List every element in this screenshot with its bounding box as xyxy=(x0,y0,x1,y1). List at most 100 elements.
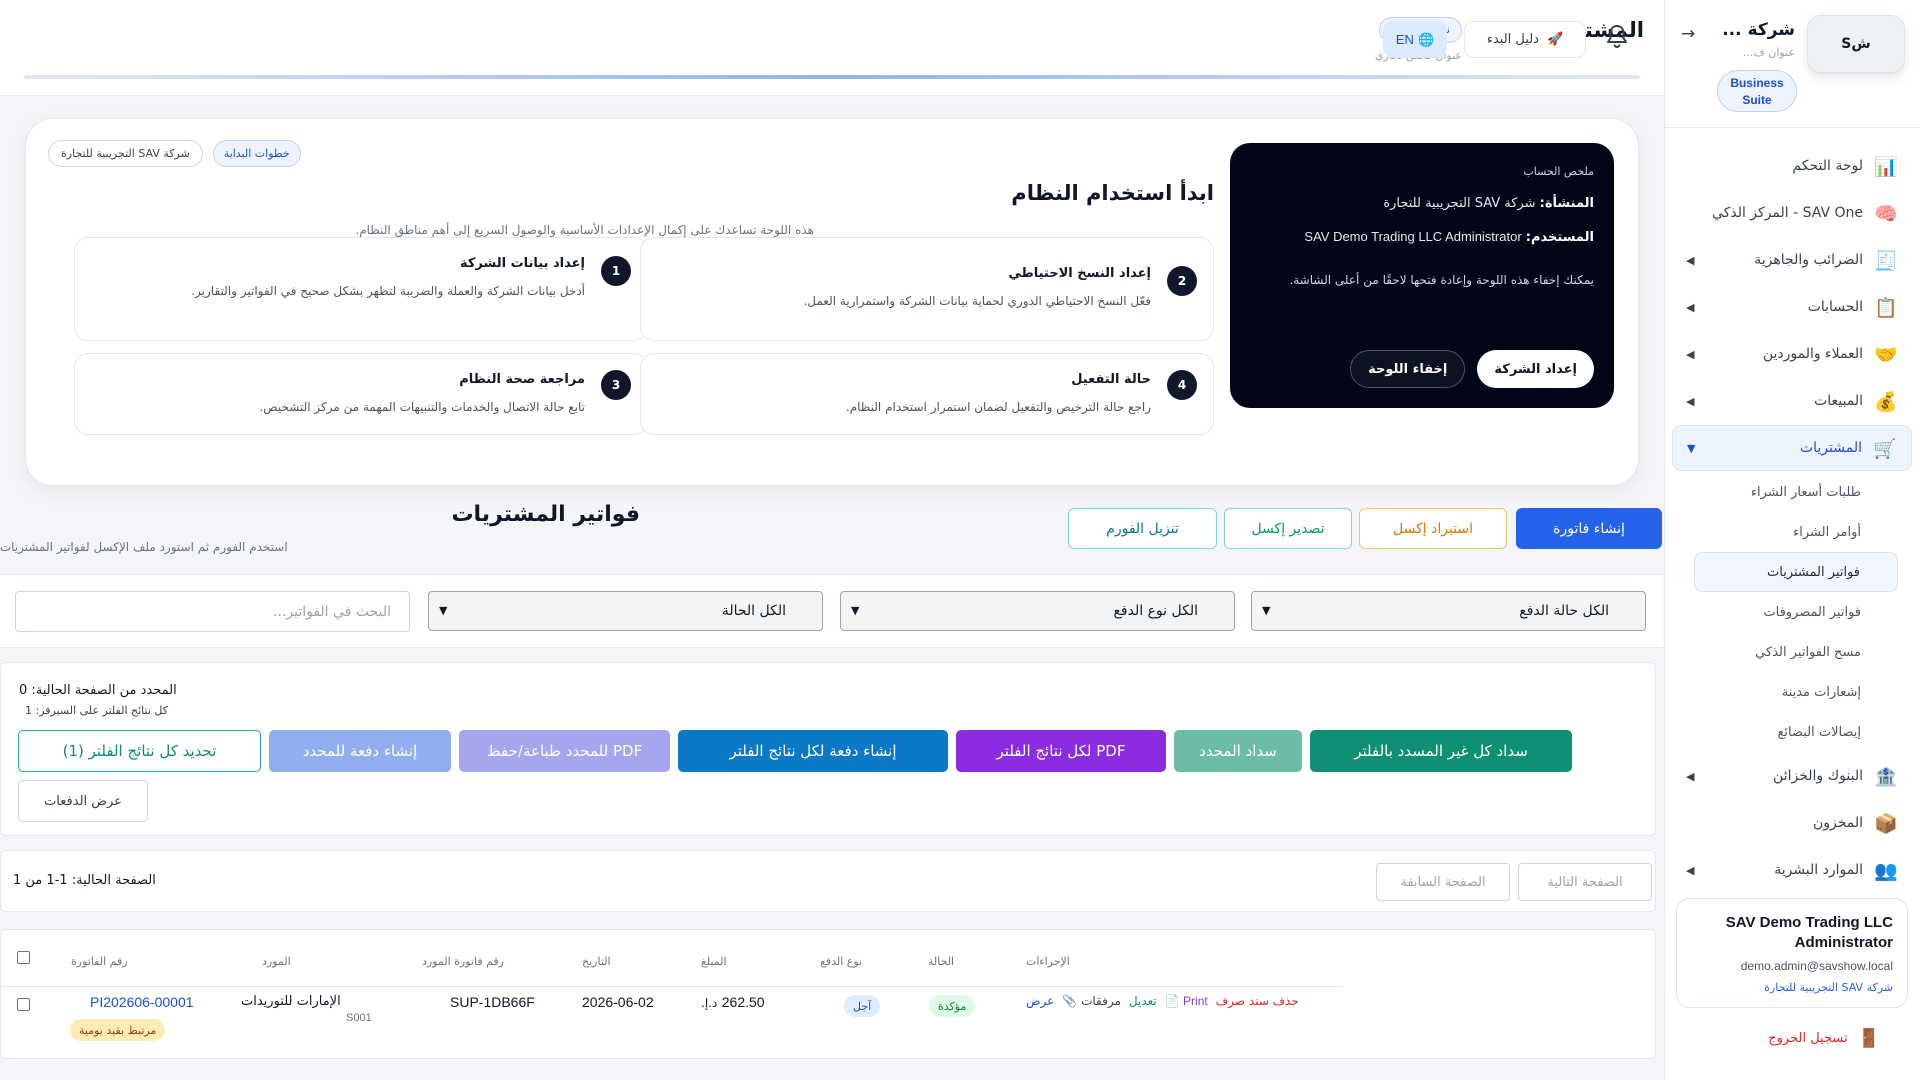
sidebar-subitem-goods-receipts[interactable]: إيصالات البضائع xyxy=(1694,712,1898,752)
currency: د.إ. xyxy=(701,996,718,1010)
caret-left-icon: ◀ xyxy=(1686,300,1695,314)
getting-started-label: دليل البدء xyxy=(1486,32,1539,47)
attachments-label: مرفقات xyxy=(1081,994,1121,1008)
invoice-amount: 262.50 د.إ. xyxy=(701,994,765,1011)
bell-icon[interactable] xyxy=(1606,24,1628,54)
sidebar-item-label: لوحة التحكم xyxy=(1792,158,1863,174)
col-amount[interactable]: المبلغ xyxy=(701,955,727,968)
sidebar-item-label: الحسابات xyxy=(1807,299,1863,315)
hide-panel-button[interactable]: إخفاء اللوحة xyxy=(1350,350,1466,388)
search-input[interactable]: البحث في الفواتير... xyxy=(15,591,410,632)
status-select[interactable]: الكل الحالة ▼ xyxy=(428,591,823,631)
sidebar-item-accounts[interactable]: 📋 الحسابات ◀ xyxy=(1672,284,1912,330)
next-page-button[interactable]: الصفحة التالية xyxy=(1518,863,1652,901)
sidebar-item-customers-suppliers[interactable]: 🤝 العملاء والموردين ◀ xyxy=(1672,331,1912,377)
sidebar-item-sav-one[interactable]: 🧠 SAV One - المركز الذكي xyxy=(1672,190,1912,236)
getting-started-button[interactable]: 🚀 دليل البدء xyxy=(1464,21,1586,58)
logout-button[interactable]: 🚪 تسجيل الخروج xyxy=(1768,1028,1880,1049)
sidebar-item-inventory[interactable]: 📦 المخزون xyxy=(1672,800,1912,846)
col-supplier-invoice[interactable]: رقم فاتورة المورد xyxy=(422,955,504,968)
section-subtitle: استخدم الفورم ثم استورد ملف الإكسل لفوات… xyxy=(0,540,288,554)
batch-selected-button[interactable]: إنشاء دفعة للمحدد xyxy=(269,730,451,772)
sidebar-item-banks[interactable]: 🏦 البنوك والخزائن ◀ xyxy=(1672,753,1912,799)
brain-icon: 🧠 xyxy=(1874,202,1898,225)
facility-value: شركة SAV التجريبية للتجارة xyxy=(1383,196,1536,211)
view-payments-button[interactable]: عرض الدفعات xyxy=(18,780,148,822)
bank-icon: 🏦 xyxy=(1874,765,1898,788)
batch-all-results-button[interactable]: إنشاء دفعة لكل نتائج الفلتر xyxy=(678,730,948,772)
create-invoice-button[interactable]: إنشاء فاتورة xyxy=(1516,508,1662,549)
sidebar-subitem-rfq[interactable]: طلبات أسعار الشراء xyxy=(1694,472,1898,512)
sidebar-subitem-expense-invoices[interactable]: فواتير المصروفات xyxy=(1694,592,1898,632)
sidebar-subitem-debit-notes[interactable]: إشعارات مدينة xyxy=(1694,672,1898,712)
step-card-backup[interactable]: 2 إعداد النسخ الاحتياطي فعّل النسخ الاحت… xyxy=(640,237,1214,341)
invoice-number-link[interactable]: PI202606-00001 xyxy=(90,994,194,1010)
facility-label: المنشأة: xyxy=(1539,196,1594,211)
select-all-checkbox[interactable] xyxy=(17,951,30,964)
view-action[interactable]: عرض xyxy=(1026,994,1054,1008)
col-status[interactable]: الحالة xyxy=(928,955,954,968)
step-title: إعداد بيانات الشركة xyxy=(459,256,585,271)
pay-all-unpaid-button[interactable]: سداد كل غير المسدد بالفلتر xyxy=(1310,730,1572,772)
cart-icon: 🛒 xyxy=(1873,437,1897,460)
sidebar-item-label: البنوك والخزائن xyxy=(1773,768,1863,784)
company-subtitle: عنوان ف... xyxy=(1742,46,1795,59)
sidebar-subitem-purchase-orders[interactable]: أوامر الشراء xyxy=(1694,512,1898,552)
sidebar-subitem-smart-scan[interactable]: مسح الفواتير الذكي xyxy=(1694,632,1898,672)
company-avatar[interactable]: شS xyxy=(1807,15,1905,73)
company-setup-button[interactable]: إعداد الشركة xyxy=(1477,350,1594,388)
step-card-company-data[interactable]: 1 إعداد بيانات الشركة أدخل بيانات الشركة… xyxy=(74,237,648,341)
payment-type-select[interactable]: الكل نوع الدفع ▼ xyxy=(840,591,1235,631)
print-action[interactable]: 📄 Print xyxy=(1165,994,1208,1008)
sidebar-subitem-purchase-invoices[interactable]: فواتير المشتريات xyxy=(1694,552,1898,592)
sidebar-item-taxes[interactable]: 🧾 الضرائب والجاهزية ◀ xyxy=(1672,237,1912,283)
chevron-down-icon: ▼ xyxy=(1262,604,1271,617)
supplier-code: S001 xyxy=(346,1012,372,1024)
step-description: تابع حالة الاتصال والخدمات والتنبيهات ال… xyxy=(259,400,585,414)
sidebar-item-label: المشتريات xyxy=(1799,440,1862,456)
step-description: أدخل بيانات الشركة والعملة والضريبة لتظه… xyxy=(191,284,585,298)
company-tag: شركة SAV التجريبية للتجارة xyxy=(48,140,203,167)
pdf-selected-button[interactable]: PDF للمحدد طباعة/حفظ xyxy=(459,730,670,772)
step-card-activation[interactable]: 4 حالة التفعيل راجع حالة الترخيص والتفعي… xyxy=(640,353,1214,435)
language-toggle[interactable]: 🌐 EN xyxy=(1383,21,1447,58)
select-all-results-button[interactable]: تحديد كل نتائج الفلتر (1) xyxy=(18,730,261,772)
export-excel-button[interactable]: تصدير إكسل xyxy=(1224,508,1352,549)
business-suite-badge: Business Suite xyxy=(1717,70,1797,112)
topbar: المشتريات نظام الأعمال عنوان فحص تجاري 🚀… xyxy=(0,0,1664,96)
sidebar-item-purchases[interactable]: 🛒 المشتريات ▼ xyxy=(1672,425,1912,471)
chevron-down-icon: ▼ xyxy=(851,604,860,617)
caret-left-icon: ◀ xyxy=(1686,394,1695,408)
sidebar-item-sales[interactable]: 💰 المبيعات ◀ xyxy=(1672,378,1912,424)
attachments-action[interactable]: 📎 مرفقات xyxy=(1062,994,1121,1008)
sidebar-item-dashboard[interactable]: 📊 لوحة التحكم xyxy=(1672,143,1912,189)
caret-left-icon: ◀ xyxy=(1686,253,1695,267)
box-icon: 📦 xyxy=(1874,812,1898,835)
step-description: فعّل النسخ الاحتياطي الدوري لحماية بيانا… xyxy=(803,294,1151,308)
step-number: 4 xyxy=(1167,370,1197,400)
pagination-bar: الصفحة الحالية: 1-1 من 1 الصفحة التالية … xyxy=(0,850,1656,912)
prev-page-button[interactable]: الصفحة السابقة xyxy=(1376,863,1510,901)
delete-payment-voucher-action[interactable]: حذف سند صرف xyxy=(1216,994,1299,1008)
col-invoice-no[interactable]: رقم الفاتورة xyxy=(71,955,128,968)
money-bag-icon: 💰 xyxy=(1874,390,1898,413)
col-payment-type[interactable]: نوع الدفع xyxy=(820,955,862,968)
import-excel-button[interactable]: استيراد إكسل xyxy=(1359,508,1507,549)
sidebar-item-hr[interactable]: 👥 الموارد البشرية ◀ xyxy=(1672,847,1912,882)
download-template-button[interactable]: تنزيل الفورم xyxy=(1068,508,1217,549)
selected-count: المحدد من الصفحة الحالية: 0 xyxy=(19,683,177,698)
pay-selected-button[interactable]: سداد المحدد xyxy=(1174,730,1302,772)
payment-status-select[interactable]: الكل حالة الدفع ▼ xyxy=(1251,591,1646,631)
col-supplier[interactable]: المورد xyxy=(262,955,291,968)
company-name: شركة ... xyxy=(1722,20,1795,40)
user-card[interactable]: SAV Demo Trading LLC Administrator demo.… xyxy=(1676,898,1908,1008)
table-header xyxy=(1,930,1343,986)
collapse-arrow-icon[interactable]: → xyxy=(1681,24,1695,44)
sidebar-item-label: العملاء والموردين xyxy=(1762,346,1863,362)
col-date[interactable]: التاريخ xyxy=(582,955,611,968)
pdf-all-results-button[interactable]: PDF لكل نتائج الفلتر xyxy=(956,730,1166,772)
row-checkbox[interactable] xyxy=(17,998,30,1011)
edit-action[interactable]: تعديل xyxy=(1129,994,1157,1008)
user-value: SAV Demo Trading LLC Administrator xyxy=(1304,229,1522,244)
step-card-system-health[interactable]: 3 مراجعة صحة النظام تابع حالة الاتصال وا… xyxy=(74,353,648,435)
